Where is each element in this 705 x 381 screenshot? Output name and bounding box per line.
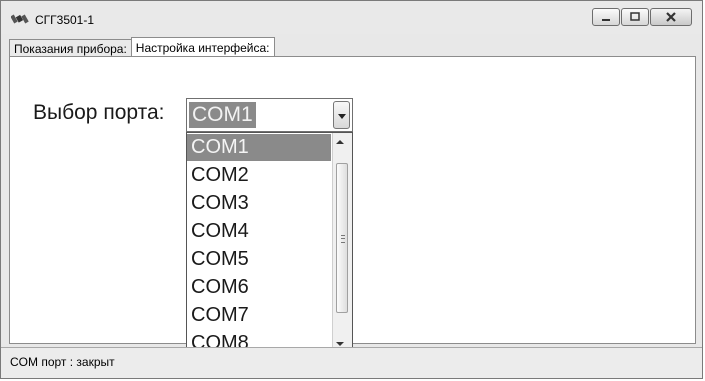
list-item[interactable]: COM3 [187, 190, 331, 217]
combobox-dropdown-button[interactable] [333, 101, 350, 129]
minimize-button[interactable] [592, 8, 620, 26]
list-item[interactable]: COM6 [187, 274, 331, 301]
dropdown-scrollbar[interactable] [332, 133, 352, 356]
app-window: СГГ3501-1 Показания прибора: Настройка и… [0, 0, 703, 379]
minimize-icon [602, 19, 610, 21]
close-button[interactable] [650, 8, 692, 26]
list-item[interactable]: COM4 [187, 218, 331, 245]
tab-readings[interactable]: Показания прибора: [9, 39, 132, 57]
port-combobox[interactable]: COM1 [186, 98, 353, 132]
title-bar[interactable]: СГГ3501-1 [1, 1, 702, 34]
status-bar: COM порт : закрыт [1, 347, 702, 378]
tab-interface-settings[interactable]: Настройка интерфейса: [130, 37, 275, 57]
list-item[interactable]: COM5 [187, 246, 331, 273]
list-item[interactable]: COM1 [187, 134, 331, 161]
grip-icon [341, 235, 345, 243]
port-dropdown-list[interactable]: COM1 COM2 COM3 COM4 COM5 COM6 COM7 COM8 [186, 132, 353, 357]
list-item[interactable]: COM2 [187, 162, 331, 189]
port-combobox-value: COM1 [189, 102, 256, 128]
com-port-status: COM порт : закрыт [10, 355, 115, 369]
satellite-icon [11, 14, 29, 24]
maximize-button[interactable] [621, 8, 649, 26]
scroll-down-arrow-icon[interactable] [336, 342, 344, 346]
maximize-icon [630, 12, 640, 21]
scroll-up-arrow-icon[interactable] [336, 140, 344, 144]
close-icon [666, 12, 676, 22]
tab-strip: Показания прибора: Настройка интерфейса: [9, 37, 275, 57]
port-select-label: Выбор порта: [33, 101, 165, 124]
list-item[interactable]: COM7 [187, 302, 331, 329]
window-title: СГГ3501-1 [35, 13, 95, 27]
scrollbar-thumb[interactable] [336, 163, 348, 313]
chevron-down-icon [338, 114, 346, 119]
window-controls [591, 8, 692, 28]
